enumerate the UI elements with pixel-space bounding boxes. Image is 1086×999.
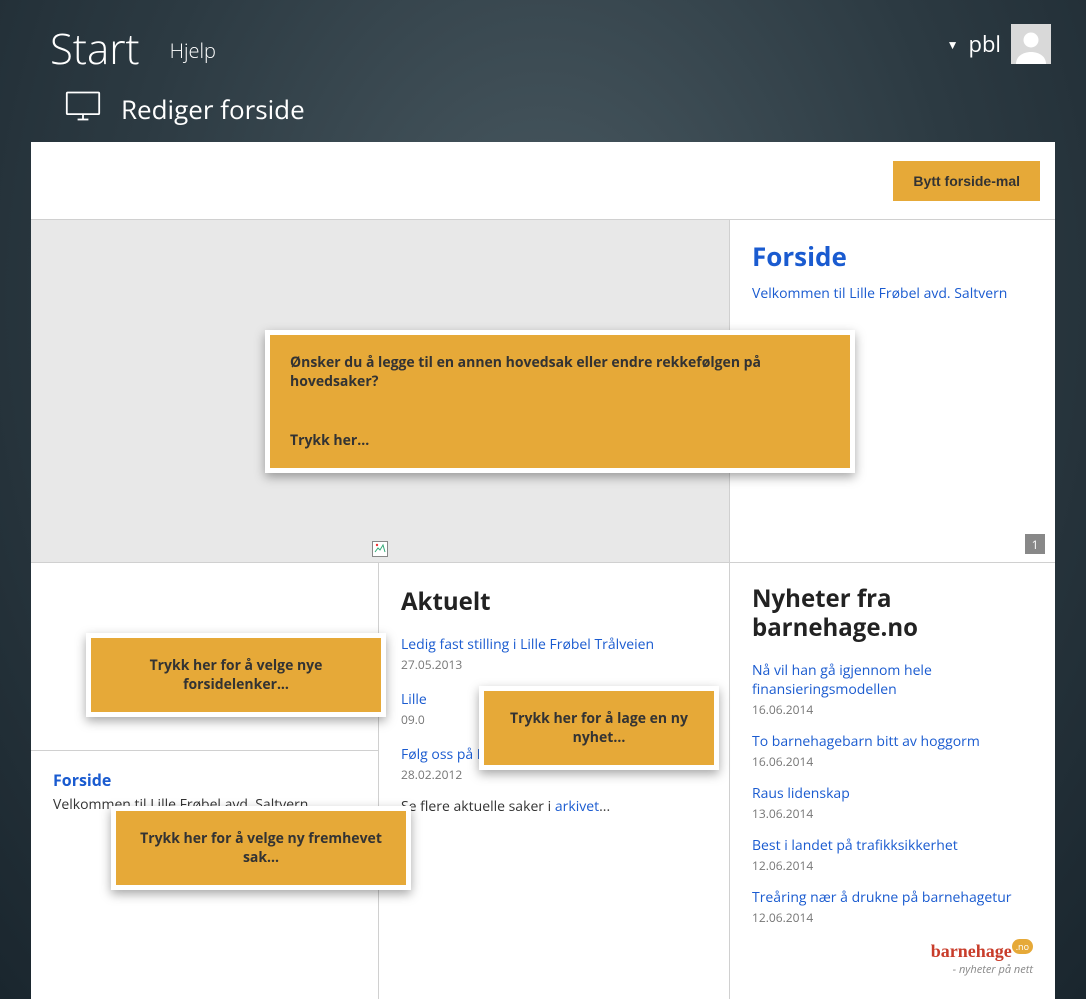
editor-canvas: Bytt forside-mal Forside Velkommen til L…	[31, 142, 1055, 999]
edit-hero-line2: Trykk her...	[290, 431, 830, 450]
monitor-icon	[65, 90, 101, 127]
aktuelt-item: Ledig fast stilling i Lille Frøbel Trålv…	[401, 632, 707, 673]
aktuelt-link[interactable]: Ledig fast stilling i Lille Frøbel Trålv…	[401, 635, 654, 654]
nyheter-link[interactable]: Best i landet på trafikksikkerhet	[752, 836, 1033, 855]
featured-lower: Forside Velkommen til Lille Frøbel avd. …	[31, 751, 378, 832]
nyheter-item: To barnehagebarn bitt av hoggorm 16.06.2…	[752, 732, 1033, 770]
create-news-callout[interactable]: Trykk her for å lage en ny nyhet...	[479, 686, 719, 770]
featured-title[interactable]: Forside	[53, 769, 356, 791]
caret-down-icon: ▼	[947, 36, 959, 53]
nyheter-date: 12.06.2014	[752, 909, 1033, 926]
nyheter-date: 12.06.2014	[752, 857, 1033, 874]
nyheter-item: Best i landet på trafikksikkerhet 12.06.…	[752, 836, 1033, 874]
aktuelt-heading: Aktuelt	[401, 585, 707, 618]
nyheter-link[interactable]: To barnehagebarn bitt av hoggorm	[752, 732, 1033, 751]
canvas-toolbar: Bytt forside-mal	[31, 142, 1055, 220]
nyheter-item: Raus lidenskap 13.06.2014	[752, 784, 1033, 822]
topbar: Start Hjelp ▼ pbl	[0, 0, 1086, 70]
aktuelt-column: Aktuelt Ledig fast stilling i Lille Frøb…	[379, 563, 730, 999]
aktuelt-archive: Se flere aktuelle saker i arkivet...	[401, 797, 707, 816]
archive-link[interactable]: arkivet	[555, 797, 599, 816]
help-link[interactable]: Hjelp	[170, 37, 216, 70]
choose-featured-callout[interactable]: Trykk her for å velge ny fremhevet sak..…	[111, 806, 411, 890]
nyheter-link[interactable]: Raus lidenskap	[752, 784, 1033, 803]
edit-hero-callout[interactable]: Ønsker du å legge til en annen hovedsak …	[265, 330, 855, 473]
edit-hero-line1: Ønsker du å legge til en annen hovedsak …	[290, 353, 830, 391]
nyheter-heading: Nyheter fra barnehage.no	[752, 585, 1033, 643]
choose-links-callout[interactable]: Trykk her for å velge nye forsidelenker.…	[86, 633, 386, 717]
aktuelt-date: 27.05.2013	[401, 656, 707, 673]
barnehage-logo[interactable]: barnehage.no - nyheter på nett	[752, 940, 1033, 977]
switch-template-button[interactable]: Bytt forside-mal	[893, 161, 1040, 201]
hero-side-title[interactable]: Forside	[752, 238, 1033, 274]
nyheter-item: Treåring nær å drukne på barnehagetur 12…	[752, 888, 1033, 926]
start-link[interactable]: Start	[50, 28, 140, 70]
content-row: Trykk her for å velge nye forsidelenker.…	[31, 563, 1055, 999]
avatar	[1011, 24, 1051, 64]
nyheter-date: 16.06.2014	[752, 701, 1033, 718]
links-column: Trykk her for å velge nye forsidelenker.…	[31, 563, 379, 999]
nyheter-date: 13.06.2014	[752, 805, 1033, 822]
nyheter-link[interactable]: Treåring nær å drukne på barnehagetur	[752, 888, 1033, 907]
page-title: Rediger forside	[121, 91, 305, 127]
aktuelt-link[interactable]: Lille	[401, 690, 427, 709]
links-upper: Trykk her for å velge nye forsidelenker.…	[31, 563, 378, 751]
nyheter-link[interactable]: Nå vil han gå igjennom hele finansiering…	[752, 661, 1033, 699]
broken-image-icon	[372, 540, 388, 556]
hero-pager-1[interactable]: 1	[1025, 534, 1045, 554]
username-label: pbl	[969, 29, 1001, 59]
hero-side-welcome: Velkommen til Lille Frøbel avd. Saltvern	[752, 284, 1033, 303]
user-menu[interactable]: ▼ pbl	[947, 24, 1051, 70]
nyheter-item: Nå vil han gå igjennom hele finansiering…	[752, 661, 1033, 718]
nyheter-date: 16.06.2014	[752, 753, 1033, 770]
page-title-row: Rediger forside	[0, 70, 1086, 142]
nyheter-column: Nyheter fra barnehage.no Nå vil han gå i…	[730, 563, 1055, 999]
